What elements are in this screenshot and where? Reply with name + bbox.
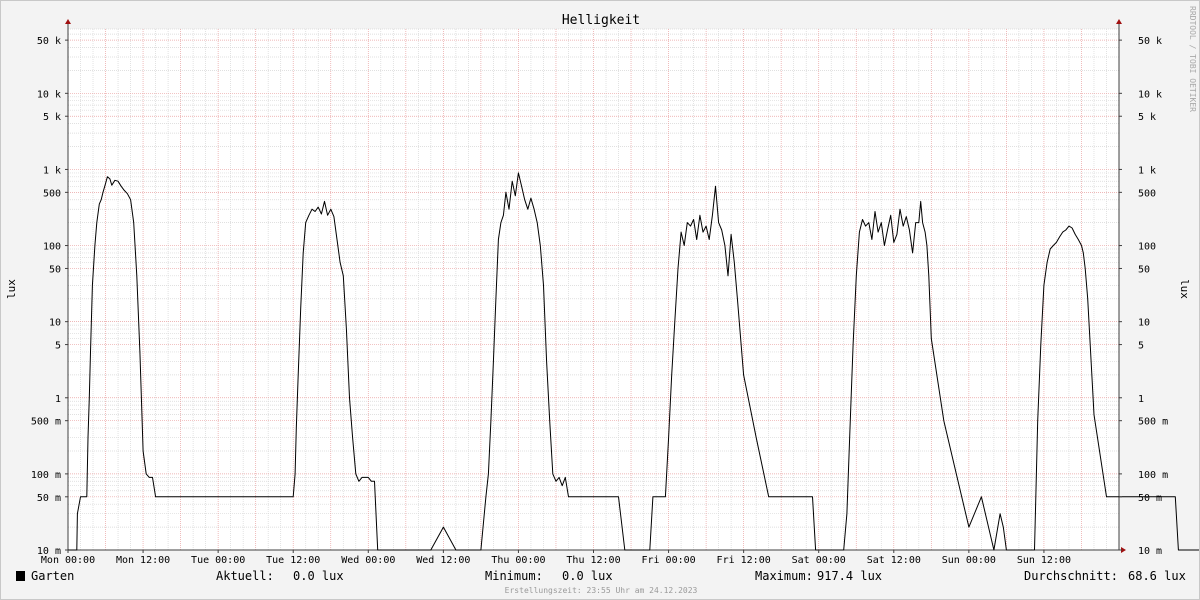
creation-timestamp: Erstellungszeit: 23:55 Uhr am 24.12.2023 [505,586,698,595]
minimum-value: 0.0 lux [562,569,613,583]
x-tick-label: Thu 12:00 [566,555,620,566]
x-tick-label: Wed 12:00 [416,555,470,566]
y-tick-label-left: 10 [49,318,61,329]
x-tick-label: Sun 12:00 [1017,555,1071,566]
y-ticks-left: 50 k 10 k 5 k 1 k 500 100 50 10 5 1 500 m 100 m 50 m… [31,36,68,557]
minimum-label: Minimum: [485,569,543,583]
y-tick-label-right: 1 [1138,394,1144,405]
y-tick-label-right: 100 m [1138,470,1168,481]
x-tick-label: Mon 12:00 [116,555,170,566]
y-axis-label-left: lux [5,279,18,299]
y-tick-label-right: 10 [1138,318,1150,329]
current-label: Aktuell: [216,569,274,583]
y-tick-label-left: 10 k [37,89,61,100]
y-tick-label-right: 5 k [1138,112,1156,123]
average-label: Durchschnitt: [1024,569,1118,583]
brightness-chart: 50 k 10 k 5 k 1 k 500 100 50 10 5 1 500 m 100 m 50 m… [5,6,1199,595]
y-tick-label-right: 500 [1138,188,1156,199]
y-tick-label-right: 100 [1138,242,1156,253]
y-tick-label-right: 5 [1138,341,1144,352]
x-tick-label: Fri 12:00 [717,555,771,566]
y-tick-label-right: 50 k [1138,36,1162,47]
y-tick-label-left: 500 m [31,417,61,428]
x-tick-label: Sun 00:00 [942,555,996,566]
y-tick-label-left: 50 [49,264,61,275]
y-ticks-right: 50 k 10 k 5 k 1 k 500 100 50 10 5 1 500 m 100 m 50 m… [1119,36,1168,557]
chart-title: Helligkeit [562,13,640,28]
current-value: 0.0 lux [293,569,344,583]
y-tick-label-left: 1 k [43,165,61,176]
y-axis-arrow-left [65,19,71,24]
y-tick-label-left: 500 [43,188,61,199]
x-ticks: Mon 00:00 Mon 12:00 Tue 00:00 Tue 12:00 Wed … [41,550,1071,566]
x-tick-label: Fri 00:00 [641,555,695,566]
average-value: 68.6 lux [1128,569,1186,583]
y-tick-label-right: 500 m [1138,417,1168,428]
y-tick-label-right: 10 m [1138,546,1162,557]
x-tick-label: Tue 12:00 [266,555,320,566]
y-tick-label-left: 100 [43,242,61,253]
y-tick-label-left: 100 m [31,470,61,481]
y-axis-label-right: lux [1178,279,1191,299]
y-tick-label-right: 50 [1138,264,1150,275]
y-tick-label-left: 5 k [43,112,61,123]
x-tick-label: Tue 00:00 [191,555,245,566]
y-tick-label-left: 50 k [37,36,61,47]
chart-frame: 50 k 10 k 5 k 1 k 500 100 50 10 5 1 500 m 100 m 50 m… [0,0,1200,600]
y-tick-label-left: 50 m [37,493,61,504]
y-axis-arrow-right [1116,19,1122,24]
x-tick-label: Mon 00:00 [41,555,95,566]
legend-swatch [16,571,25,581]
y-tick-label-left: 1 [55,394,61,405]
legend-series-name: Garten [31,569,74,583]
y-tick-label-right: 50 m [1138,493,1162,504]
x-tick-label: Thu 00:00 [491,555,545,566]
x-tick-label: Wed 00:00 [341,555,395,566]
y-tick-label-right: 1 k [1138,165,1156,176]
maximum-value: 917.4 lux [817,569,882,583]
watermark: RRDTOOL / TOBI OETIKER [1188,6,1197,112]
y-tick-label-left: 5 [55,341,61,352]
x-tick-label: Sat 12:00 [867,555,921,566]
maximum-label: Maximum: [755,569,813,583]
x-tick-label: Sat 00:00 [792,555,846,566]
y-tick-label-right: 10 k [1138,89,1162,100]
